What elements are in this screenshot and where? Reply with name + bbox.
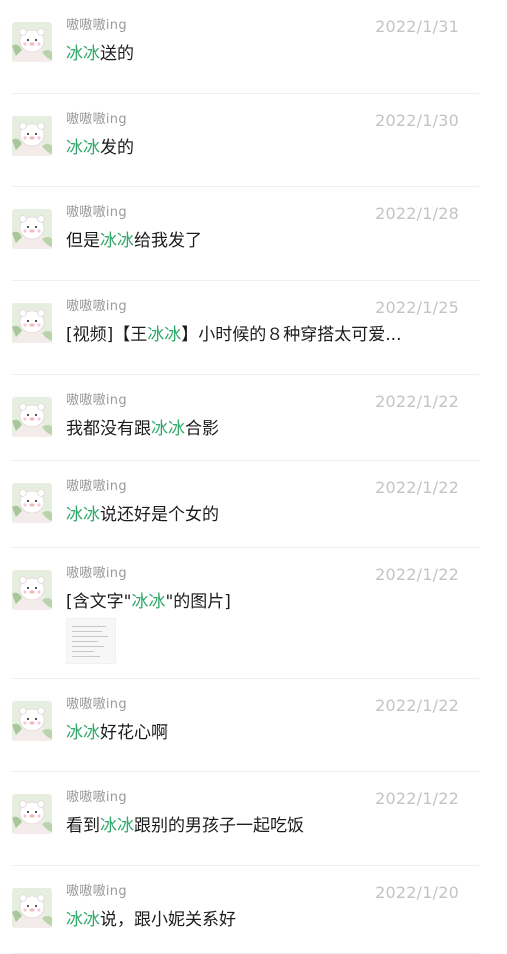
search-result-row[interactable]: 嗷嗷嗷ing 2022/1/22 冰冰说还好是个女的 [0,461,507,548]
avatar [12,397,52,437]
sender-name: 嗷嗷嗷ing [66,790,127,805]
message-text-segment: "的图片] [165,592,231,612]
message-text: [视频]【王冰冰】小时候的８种穿搭太可爱... [66,323,401,347]
sender-name: 嗷嗷嗷ing [66,205,127,220]
message-text: 我都没有跟冰冰合影 [66,417,219,441]
message-date: 2022/1/28 [375,204,459,223]
search-result-row[interactable]: 嗷嗷嗷ing 2022/1/22 看到冰冰跟别的男孩子一起吃饭 [0,772,507,866]
search-result-row[interactable]: 嗷嗷嗷ing 2022/1/25 [视频]【王冰冰】小时候的８种穿搭太可爱... [0,281,507,375]
message-text-segment: 发的 [100,138,134,158]
avatar [12,701,52,741]
keyword-highlight: 冰冰 [100,231,134,251]
message-text-segment: 看到 [66,816,100,836]
chat-search-results: 嗷嗷嗷ing 2022/1/31 冰冰送的 嗷嗷嗷ing 2022/1/30 冰冰发的 嗷嗷… [0,0,507,954]
message-text-segment: [视频]【王 [66,325,148,345]
keyword-highlight: 冰冰 [66,723,100,743]
message-text-segment: 送的 [100,44,134,64]
keyword-highlight: 冰冰 [131,592,166,612]
message-date: 2022/1/22 [375,789,459,808]
message-date: 2022/1/22 [375,478,459,497]
keyword-highlight: 冰冰 [66,138,100,158]
avatar [12,888,52,928]
search-result-row[interactable]: 嗷嗷嗷ing 2022/1/22 冰冰好花心啊 [0,679,507,772]
sender-name: 嗷嗷嗷ing [66,479,127,494]
search-result-row[interactable]: 嗷嗷嗷ing 2022/1/31 冰冰送的 [0,0,507,94]
message-text-segment: 给我发了 [134,231,202,251]
sender-name: 嗷嗷嗷ing [66,393,127,408]
avatar [12,209,52,249]
search-result-row[interactable]: 嗷嗷嗷ing 2022/1/28 但是冰冰给我发了 [0,187,507,281]
avatar [12,116,52,156]
message-text: 冰冰送的 [66,42,134,66]
sender-name: 嗷嗷嗷ing [66,697,127,712]
message-text-segment: [含文字" [66,592,132,612]
search-result-row[interactable]: 嗷嗷嗷ing 2022/1/20 冰冰说，跟小妮关系好 [0,866,507,954]
message-date: 2022/1/22 [375,565,459,584]
avatar [12,22,52,62]
search-result-row[interactable]: 嗷嗷嗷ing 2022/1/22 我都没有跟冰冰合影 [0,375,507,461]
keyword-highlight: 冰冰 [66,44,100,64]
message-text-segment: 我都没有跟 [66,419,151,439]
message-text: 冰冰说还好是个女的 [66,503,219,527]
message-date: 2022/1/20 [375,883,459,902]
avatar [12,794,52,834]
sender-name: 嗷嗷嗷ing [66,18,127,33]
keyword-highlight: 冰冰 [151,419,185,439]
image-thumbnail[interactable] [66,618,116,664]
message-text: 冰冰发的 [66,136,134,160]
message-date: 2022/1/25 [375,298,459,317]
message-date: 2022/1/22 [375,696,459,715]
search-result-row[interactable]: 嗷嗷嗷ing 2022/1/22 [含文字"冰冰"的图片] [0,548,507,679]
message-text-segment: 说还好是个女的 [100,505,219,525]
message-text: [含文字"冰冰"的图片] [66,590,231,614]
message-date: 2022/1/22 [375,392,459,411]
message-date: 2022/1/30 [375,111,459,130]
sender-name: 嗷嗷嗷ing [66,566,127,581]
message-text-segment: 好花心啊 [100,723,168,743]
message-text-segment: 但是 [66,231,100,251]
message-text: 但是冰冰给我发了 [66,229,202,253]
search-result-row[interactable]: 嗷嗷嗷ing 2022/1/30 冰冰发的 [0,94,507,187]
message-text-segment: 跟别的男孩子一起吃饭 [134,816,304,836]
keyword-highlight: 冰冰 [100,816,134,836]
message-text: 冰冰说，跟小妮关系好 [66,908,236,932]
avatar [12,303,52,343]
avatar [12,483,52,523]
message-text: 看到冰冰跟别的男孩子一起吃饭 [66,814,304,838]
sender-name: 嗷嗷嗷ing [66,884,127,899]
message-text: 冰冰好花心啊 [66,721,168,745]
message-text-segment: 合影 [185,419,219,439]
message-date: 2022/1/31 [375,17,459,36]
keyword-highlight: 冰冰 [66,910,100,930]
keyword-highlight: 冰冰 [147,325,182,345]
message-text-segment: 】小时候的８种穿搭太可爱... [181,325,402,345]
sender-name: 嗷嗷嗷ing [66,112,127,127]
avatar [12,570,52,610]
sender-name: 嗷嗷嗷ing [66,299,127,314]
keyword-highlight: 冰冰 [66,505,100,525]
message-text-segment: 说，跟小妮关系好 [100,910,236,930]
